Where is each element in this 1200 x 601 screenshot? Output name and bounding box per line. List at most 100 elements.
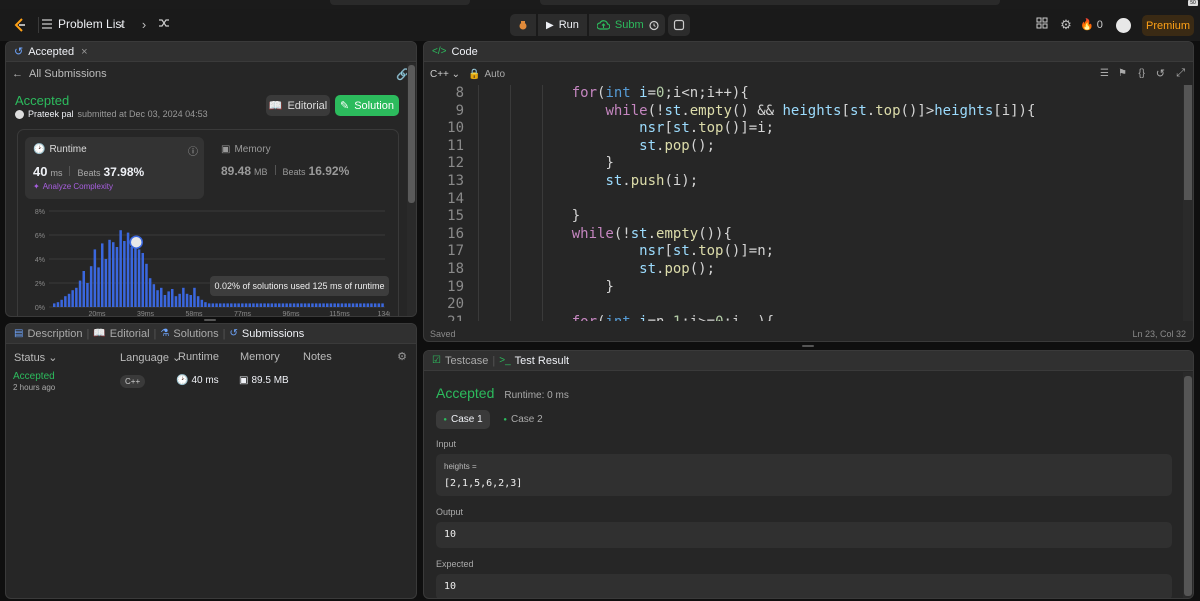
chart-bar[interactable] (152, 284, 156, 307)
chart-bar[interactable] (233, 303, 237, 307)
chart-bar[interactable] (64, 296, 67, 307)
auto-mode[interactable]: 🔒 Auto (468, 69, 505, 80)
tab-code[interactable]: Code (451, 46, 477, 58)
chart-bar[interactable] (75, 287, 78, 307)
chart-bar[interactable] (145, 263, 148, 307)
chart-bar[interactable] (278, 303, 281, 307)
braces-icon[interactable]: {} (1138, 68, 1145, 79)
chart-bar[interactable] (292, 303, 296, 307)
analyze-complexity-link[interactable]: ✦ Analyze Complexity (33, 182, 113, 191)
run-button[interactable]: ▶ Run (538, 14, 587, 36)
chart-bar[interactable] (112, 242, 115, 307)
prev-problem-icon[interactable]: ‹ (114, 17, 130, 33)
case-2-tab[interactable]: ● Case 2 (496, 410, 550, 429)
editor-scrollbar-thumb[interactable] (1184, 85, 1192, 200)
bookmark-icon[interactable]: ⚑ (1118, 68, 1127, 79)
chart-bar[interactable] (200, 299, 204, 307)
chart-bar[interactable] (196, 296, 200, 307)
chart-bar[interactable] (274, 303, 277, 307)
chart-bar[interactable] (108, 239, 111, 307)
code-line[interactable]: 19 } (424, 279, 1181, 297)
code-line[interactable]: 11 st.pop(); (424, 138, 1181, 156)
code-editor[interactable]: 8 for(int i=0;i<n;i++){9 while(!st.empty… (424, 85, 1181, 321)
back-to-submissions[interactable]: ← All Submissions (12, 68, 107, 80)
chart-bar[interactable] (307, 303, 311, 307)
chart-bar[interactable] (148, 278, 152, 307)
code-line[interactable]: 8 for(int i=0;i<n;i++){ (424, 85, 1181, 103)
premium-button[interactable]: Premium (1142, 15, 1194, 36)
chart-bar[interactable] (366, 303, 370, 307)
code-line[interactable]: 17 nsr[st.top()]=n; (424, 243, 1181, 261)
chart-bar[interactable] (340, 303, 344, 307)
alarm-button[interactable] (643, 14, 665, 36)
chart-bar[interactable] (370, 303, 373, 307)
chart-bar[interactable] (263, 303, 266, 307)
reset-icon[interactable]: ↺ (1156, 67, 1165, 80)
info-icon[interactable]: ⓘ (188, 143, 198, 158)
code-line[interactable]: 21 for(int i=n-1;i>=0;i--){ (424, 314, 1181, 321)
chart-bar[interactable] (211, 303, 215, 307)
chart-bar[interactable] (244, 303, 248, 307)
next-problem-icon[interactable]: › (136, 17, 152, 33)
chart-bar[interactable] (289, 303, 292, 307)
tab-editorial[interactable]: Editorial (110, 328, 150, 340)
chart-bar[interactable] (53, 303, 56, 307)
chart-bar[interactable] (115, 247, 119, 307)
chart-bar[interactable] (281, 303, 285, 307)
close-tab-icon[interactable]: × (81, 46, 87, 58)
resize-handle[interactable] (204, 319, 216, 321)
notes-button[interactable] (668, 14, 690, 36)
chart-bar[interactable] (326, 303, 329, 307)
code-line[interactable]: 20 (424, 296, 1181, 314)
scrollbar-thumb[interactable] (408, 65, 415, 203)
tab-description[interactable]: Description (27, 328, 82, 340)
chart-bar[interactable] (182, 287, 185, 307)
chart-bar[interactable] (193, 287, 196, 307)
chart-bar[interactable] (230, 303, 233, 307)
chart-bar[interactable] (219, 303, 222, 307)
layout-icon[interactable] (1034, 17, 1050, 33)
code-line[interactable]: 12 } (424, 155, 1181, 173)
chart-bar[interactable] (78, 280, 82, 307)
chart-bar[interactable] (359, 303, 362, 307)
debug-button[interactable] (510, 14, 536, 36)
chart-bar[interactable] (311, 303, 314, 307)
user-avatar-marker[interactable] (129, 235, 143, 249)
chart-bar[interactable] (156, 290, 159, 307)
chart-bar[interactable] (348, 303, 351, 307)
chart-bar[interactable] (89, 266, 93, 307)
chart-bar[interactable] (163, 295, 167, 307)
chart-bar[interactable] (314, 303, 318, 307)
tab-solutions[interactable]: Solutions (173, 328, 218, 340)
chart-bar[interactable] (255, 303, 259, 307)
chart-bar[interactable] (355, 303, 359, 307)
chart-bar[interactable] (322, 303, 325, 307)
tab-test-result[interactable]: Test Result (515, 355, 569, 367)
chart-bar[interactable] (185, 293, 189, 307)
chart-bar[interactable] (67, 293, 71, 307)
streak-counter[interactable]: 🔥 0 (1080, 17, 1108, 33)
chart-bar[interactable] (207, 303, 211, 307)
code-line[interactable]: 14 (424, 191, 1181, 209)
chart-bar[interactable] (252, 303, 255, 307)
runtime-card[interactable]: 🕑 Runtime ⓘ 40 ms Beats 37.98% ✦ Analyze… (25, 137, 204, 199)
problem-list-button[interactable]: Problem List (42, 17, 125, 31)
leetcode-logo[interactable] (12, 17, 28, 33)
chart-bar[interactable] (137, 249, 141, 307)
chart-bar[interactable] (178, 293, 181, 307)
chart-bar[interactable] (71, 290, 74, 307)
chart-bar[interactable] (337, 303, 340, 307)
shuffle-icon[interactable] (156, 17, 172, 33)
memory-header[interactable]: ▣ Memory (221, 144, 271, 155)
solution-button[interactable]: ✎ Solution (335, 95, 399, 116)
chart-bar[interactable] (104, 259, 108, 307)
code-line[interactable]: 9 while(!st.empty() && heights[st.top()]… (424, 103, 1181, 121)
chart-bar[interactable] (130, 247, 134, 307)
code-line[interactable]: 13 st.push(i); (424, 173, 1181, 191)
chart-bar[interactable] (300, 303, 303, 307)
chart-bar[interactable] (381, 303, 384, 307)
runtime-distribution-chart[interactable]: 8% 6% 4% 2% 0% 20ms 39ms 58ms 77ms 96ms 115ms 134ms (25, 205, 390, 317)
chart-bar[interactable] (318, 303, 322, 307)
editorial-button[interactable]: 📖 Editorial (266, 95, 330, 116)
chart-bar[interactable] (377, 303, 381, 307)
